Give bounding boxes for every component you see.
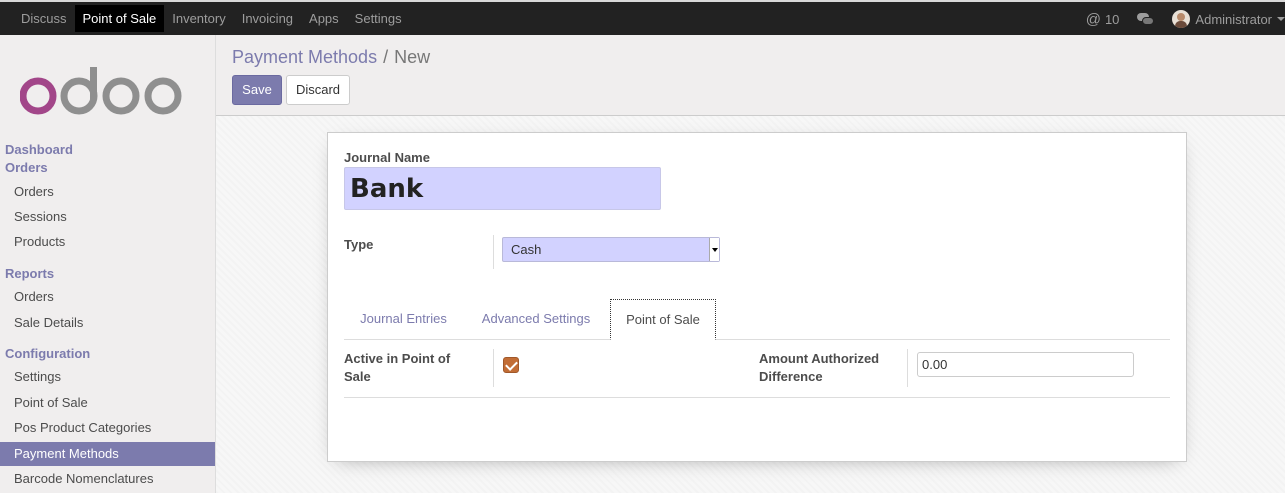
sidebar-item-payment-methods[interactable]: Payment Methods <box>0 442 215 466</box>
breadcrumb-current: New <box>394 47 431 67</box>
user-name: Administrator <box>1195 11 1272 27</box>
top-navbar: Discuss Point of Sale Inventory Invoicin… <box>0 0 1285 35</box>
tab-point-of-sale[interactable]: Point of Sale <box>610 299 716 340</box>
control-panel: Payment Methods / New Save Discard <box>216 35 1285 116</box>
journal-name-input[interactable]: Bank <box>344 167 661 210</box>
active-in-pos-checkbox[interactable] <box>503 357 519 373</box>
field-divider <box>907 349 908 387</box>
app-menu: Discuss Point of Sale Inventory Invoicin… <box>13 5 410 32</box>
sidebar-head-configuration: Configuration <box>5 346 91 361</box>
type-label: Type <box>344 237 374 252</box>
active-in-pos-label: Active in Point of Sale <box>344 351 451 384</box>
menu-settings[interactable]: Settings <box>347 5 410 32</box>
sidebar-item-sessions[interactable]: Sessions <box>0 205 215 229</box>
journal-name-label: Journal Name <box>344 150 430 165</box>
breadcrumb-separator: / <box>383 47 389 67</box>
breadcrumb-parent[interactable]: Payment Methods <box>232 47 377 67</box>
messages-count: 10 <box>1104 11 1120 27</box>
chevron-down-icon <box>709 238 719 261</box>
menu-apps[interactable]: Apps <box>301 5 347 32</box>
tab-journal-entries[interactable]: Journal Entries <box>344 299 463 340</box>
menu-point-of-sale[interactable]: Point of Sale <box>74 5 165 32</box>
sidebar-head-orders: Orders <box>5 160 48 175</box>
menu-inventory[interactable]: Inventory <box>164 5 233 32</box>
sidebar-head-dashboard[interactable]: Dashboard <box>5 142 73 157</box>
amount-authorized-difference-label: Amount Authorized Difference <box>759 351 880 384</box>
field-divider <box>493 349 494 387</box>
save-button[interactable]: Save <box>232 75 282 105</box>
sidebar-item-orders[interactable]: Orders <box>0 180 215 204</box>
user-menu[interactable]: Administrator <box>1172 10 1285 28</box>
messages-button[interactable]: @ 10 <box>1086 11 1120 28</box>
sidebar-head-reports: Reports <box>5 266 55 281</box>
tab-advanced-settings[interactable]: Advanced Settings <box>474 299 598 340</box>
odoo-logo <box>20 67 182 115</box>
sidebar: Dashboard Orders Orders Sessions Product… <box>0 35 216 493</box>
menu-invoicing[interactable]: Invoicing <box>234 5 301 32</box>
sidebar-item-pos-product-categories[interactable]: Pos Product Categories <box>0 416 215 440</box>
breadcrumb: Payment Methods / New <box>232 47 430 68</box>
at-icon: @ <box>1085 10 1101 28</box>
avatar <box>1172 10 1191 28</box>
type-select-value: Cash <box>511 242 542 257</box>
discard-button[interactable]: Discard <box>286 75 350 105</box>
sidebar-item-sale-details[interactable]: Sale Details <box>0 311 215 335</box>
notebook-tabs: Journal Entries Advanced Settings Point … <box>344 299 1170 340</box>
form-sheet: Journal Name Bank Type Cash Journal Entr… <box>327 132 1187 462</box>
sidebar-item-settings[interactable]: Settings <box>0 365 215 389</box>
sidebar-item-products[interactable]: Products <box>0 230 215 254</box>
menu-discuss[interactable]: Discuss <box>13 5 75 32</box>
divider <box>344 397 1170 398</box>
chevron-down-icon <box>1277 17 1285 21</box>
form-view: Journal Name Bank Type Cash Journal Entr… <box>216 116 1285 493</box>
amount-authorized-difference-input[interactable] <box>917 352 1134 377</box>
chat-icon[interactable] <box>1137 12 1155 26</box>
topbar-right: @ 10 Administrator <box>1086 4 1285 34</box>
field-divider <box>493 235 494 269</box>
sidebar-item-report-orders[interactable]: Orders <box>0 285 215 309</box>
sidebar-item-point-of-sale[interactable]: Point of Sale <box>0 391 215 415</box>
type-select[interactable]: Cash <box>502 237 720 262</box>
sidebar-item-barcode-nomenclatures[interactable]: Barcode Nomenclatures <box>0 467 215 491</box>
